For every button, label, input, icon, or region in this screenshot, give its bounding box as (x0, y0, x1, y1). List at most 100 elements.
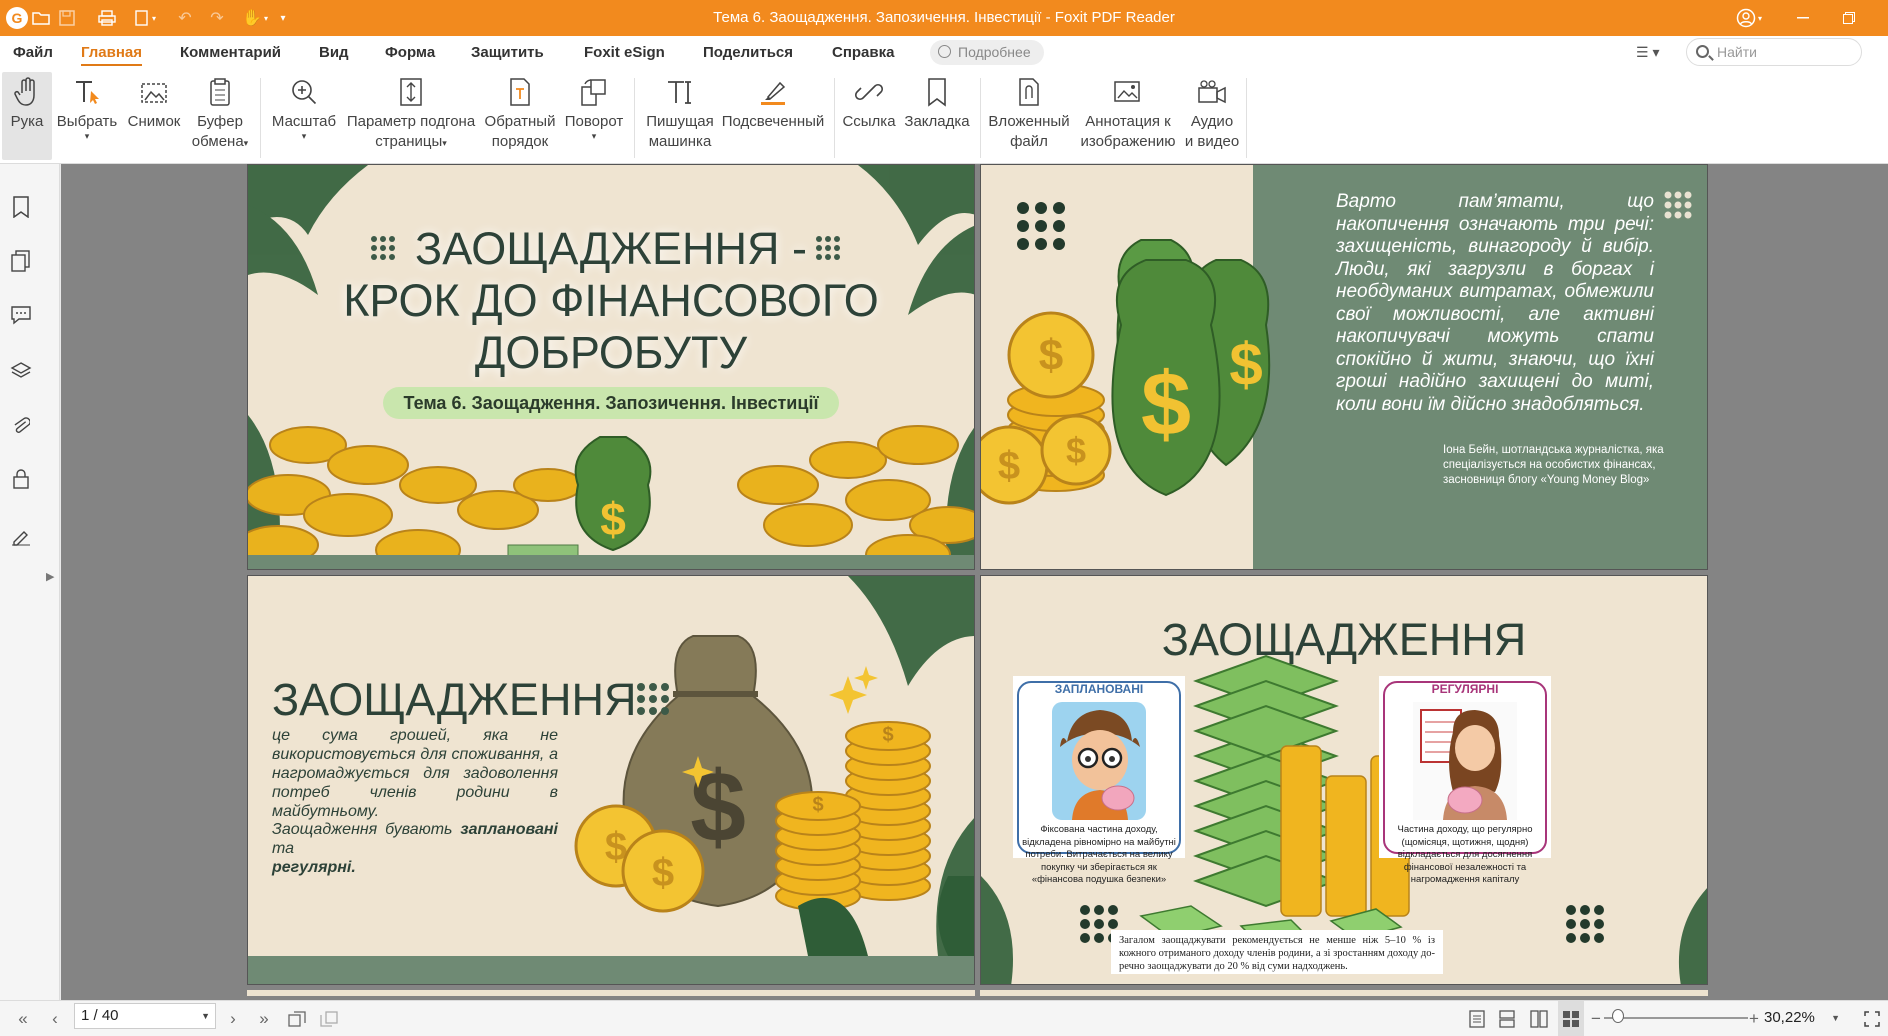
search-placeholder: Найти (1717, 44, 1757, 60)
page-dropdown-icon[interactable]: ▼ (201, 1004, 210, 1028)
reverse-order-button[interactable]: Обратный порядок (480, 72, 560, 160)
undo-icon[interactable]: ↶ (172, 0, 198, 36)
zoom-percentage[interactable]: 30,22% ▼ (1764, 1000, 1842, 1036)
customize-toolbar-icon[interactable]: ▾ (274, 0, 292, 36)
comments-panel-icon[interactable] (8, 302, 34, 328)
bookmark-button[interactable]: Закладка (900, 72, 974, 160)
single-page-view-icon[interactable] (1464, 1001, 1490, 1036)
bookmark-label: Закладка (904, 113, 970, 130)
menu-esign[interactable]: Foxit eSign (584, 36, 665, 70)
zoom-in-icon[interactable]: + (1746, 1001, 1762, 1036)
slide-4-title: ЗАОЩАДЖЕННЯ (1161, 614, 1527, 665)
create-pdf-icon[interactable]: ▾ (128, 0, 162, 36)
slide-1-title-line-3: ДОБРОБУТУ (474, 327, 748, 378)
minimize-icon[interactable] (1780, 0, 1826, 36)
previous-page-icon[interactable]: ‹ (44, 1001, 66, 1036)
first-page-icon[interactable]: « (12, 1001, 34, 1036)
ribbon-separator (980, 78, 981, 158)
money-bags-illustration: $ $ $ $ $ (981, 202, 1271, 505)
fullscreen-icon[interactable] (1860, 1001, 1884, 1036)
pages-panel-icon[interactable] (8, 248, 34, 274)
restore-icon[interactable] (1826, 0, 1872, 36)
slide-1-title-line-2: КРОК ДО ФІНАНСОВОГО (343, 275, 879, 326)
lightbulb-icon (938, 45, 951, 58)
slide-5-thumbnail-edge (247, 990, 975, 996)
av-label-2: и видео (1184, 133, 1240, 150)
zoom-button[interactable]: Масштаб ▾ (270, 72, 338, 160)
redo-icon[interactable]: ↷ (204, 0, 230, 36)
next-page-icon[interactable]: › (222, 1001, 244, 1036)
hand-mode-icon[interactable]: ✋ ▾ (238, 0, 272, 36)
fit-page-button[interactable]: Параметр подгона страницы▾ (344, 72, 478, 160)
navigation-sidebar: ▶ (0, 164, 60, 1000)
attach-label-1: Вложенный (988, 113, 1070, 130)
highlight-button[interactable]: Подсвеченный (718, 72, 828, 160)
menu-form[interactable]: Форма (385, 36, 435, 70)
zoom-dropdown-icon[interactable]: ▼ (1831, 1000, 1840, 1036)
menu-file[interactable]: Файл (13, 36, 53, 70)
continuous-view-icon[interactable] (1494, 1001, 1520, 1036)
typewriter-button[interactable]: Пишущая машинка (642, 72, 718, 160)
audio-video-button[interactable]: Аудио и видео (1182, 72, 1242, 160)
ribbon-separator (260, 78, 261, 158)
foxit-logo-icon[interactable]: G (6, 7, 28, 29)
zoom-out-icon[interactable]: − (1588, 1001, 1604, 1036)
title-bar: G ▾ ↶ ↷ ✋ ▾ ▾ Тема 6. Заощадження. Запози… (0, 0, 1888, 36)
snapshot-icon (139, 72, 169, 112)
menu-comment[interactable]: Комментарий (180, 36, 281, 70)
hand-tool-button[interactable]: Рука (2, 72, 52, 160)
regular-savings-card: РЕГУЛЯРНІ Частина доходу, що регулярно (… (1379, 676, 1551, 885)
rotate-label: Поворот (564, 113, 624, 130)
menu-home[interactable]: Главная (81, 36, 143, 70)
clipboard-button[interactable]: Буфер обмена▾ (190, 72, 250, 160)
image-annotation-button[interactable]: Аннотация к изображению (1076, 72, 1180, 160)
search-input[interactable]: Найти (1686, 38, 1862, 66)
print-icon[interactable] (94, 0, 120, 36)
bookmarks-panel-icon[interactable] (8, 194, 34, 220)
typewriter-icon (665, 72, 695, 112)
page-number-input[interactable]: 1 / 40 ▼ (74, 1003, 216, 1029)
select-tool-button[interactable]: Выбрать ▾ (56, 72, 118, 160)
layers-panel-icon[interactable] (8, 358, 34, 384)
account-icon[interactable]: ▾ (1728, 0, 1770, 36)
attachments-panel-icon[interactable] (8, 412, 34, 438)
security-panel-icon[interactable] (8, 466, 34, 492)
document-view[interactable]: $ ЗАОЩАДЖЕННЯ - КРОК ДО ФІНАНСОВОГО ДОБР… (61, 164, 1888, 1000)
menu-help[interactable]: Справка (832, 36, 894, 70)
slide-3-definition: це сума грошей, яка не використовується … (272, 727, 558, 820)
attach-file-button[interactable]: Вложенный файл (986, 72, 1072, 160)
ribbon-display-options-icon[interactable]: ☰ ▾ (1636, 40, 1676, 64)
facing-view-icon[interactable] (1526, 1001, 1552, 1036)
dot-grid-decoration (1664, 191, 1692, 219)
select-caret-icon: ▾ (84, 131, 90, 141)
open-folder-icon[interactable] (28, 0, 54, 36)
continuous-facing-view-icon[interactable] (1558, 1001, 1584, 1036)
svg-text:$: $ (652, 851, 674, 895)
zoom-percentage-value: 30,22% (1764, 1009, 1815, 1026)
reverse-order-icon (507, 72, 533, 112)
link-button[interactable]: Ссылка (840, 72, 898, 160)
fit-label-2: страницы▾ (375, 133, 447, 150)
zoom-slider[interactable] (1604, 1017, 1748, 1019)
tell-me-box[interactable]: Подробнее (930, 40, 1044, 65)
save-icon[interactable] (54, 0, 80, 36)
rotate-icon (579, 72, 609, 112)
highlight-label: Подсвеченный (721, 113, 825, 130)
svg-text:$: $ (1229, 331, 1262, 398)
menu-share[interactable]: Поделиться (703, 36, 793, 70)
slide-2-quote: Варто пам’ятати, що накопичення означают… (1336, 191, 1654, 415)
attach-file-icon (1016, 72, 1042, 112)
menu-view[interactable]: Вид (319, 36, 349, 70)
snapshot-button[interactable]: Снимок (126, 72, 182, 160)
tell-me-label: Подробнее (958, 44, 1031, 60)
signature-panel-icon[interactable] (8, 522, 34, 548)
last-page-icon[interactable]: » (252, 1001, 276, 1036)
audio-video-icon (1196, 72, 1228, 112)
previous-view-icon[interactable] (284, 1001, 310, 1036)
clipboard-label-1: Буфер (197, 113, 243, 130)
expand-sidebar-icon[interactable]: ▶ (46, 570, 54, 583)
menu-protect[interactable]: Защитить (471, 36, 544, 70)
svg-text:$: $ (882, 724, 893, 746)
rotate-button[interactable]: Поворот ▾ (562, 72, 626, 160)
next-view-icon[interactable] (316, 1001, 342, 1036)
